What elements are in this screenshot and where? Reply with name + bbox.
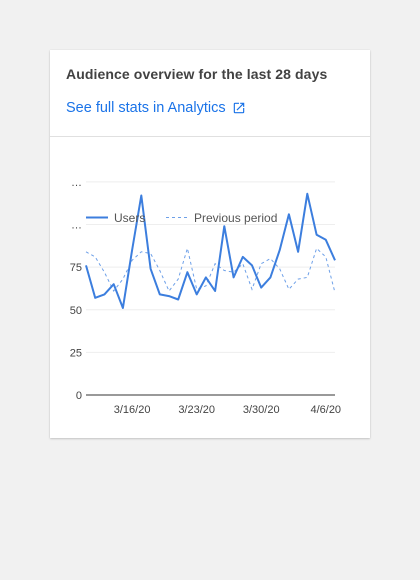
x-tick-label: 4/6/20 (310, 404, 341, 416)
see-full-stats-label: See full stats in Analytics (66, 100, 226, 116)
y-tick-label: … (71, 177, 82, 189)
y-tick-label: … (71, 220, 82, 232)
see-full-stats-link[interactable]: See full stats in Analytics (66, 100, 246, 116)
y-tick-label: 0 (76, 390, 82, 402)
y-tick-label: 75 (70, 262, 82, 274)
x-tick-label: 3/30/20 (243, 404, 280, 416)
card-divider (50, 136, 370, 137)
external-link-icon (232, 101, 246, 115)
x-tick-label: 3/16/20 (114, 404, 151, 416)
users-line-chart: 0 25 50 75 … … 3/16/20 3/23/20 3/30/20 4/6/20 User… (70, 177, 341, 416)
y-tick-label: 25 (70, 347, 82, 359)
audience-overview-card: Audience overview for the last 28 days S… (50, 50, 370, 438)
card-title: Audience overview for the last 28 days (66, 66, 328, 82)
y-tick-label: 50 (70, 305, 82, 317)
previous-period-series-line (85, 246, 336, 293)
x-tick-label: 3/23/20 (178, 404, 215, 416)
legend-previous-label: Previous period (194, 211, 277, 225)
legend-users-label: Users (114, 211, 145, 225)
